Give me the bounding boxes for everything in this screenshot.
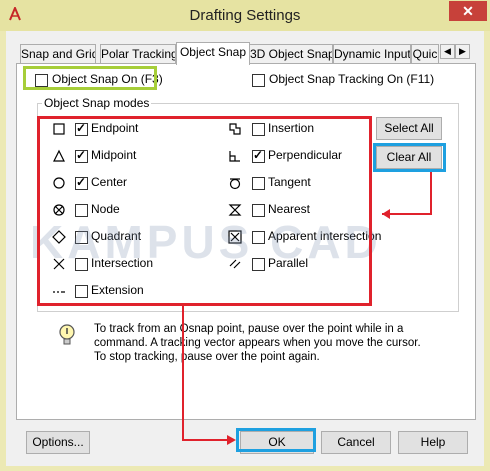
annotation-arrows <box>182 172 432 445</box>
arrow-head-modes <box>382 209 390 219</box>
drafting-settings-window: Drafting Settings ✕ Snap and Grid Polar … <box>0 0 490 471</box>
arrow-to-modes <box>382 172 432 215</box>
arrow-to-ok <box>182 306 232 441</box>
arrow-head-ok <box>227 435 236 445</box>
tab-object-snap[interactable]: Object Snap <box>176 42 250 65</box>
